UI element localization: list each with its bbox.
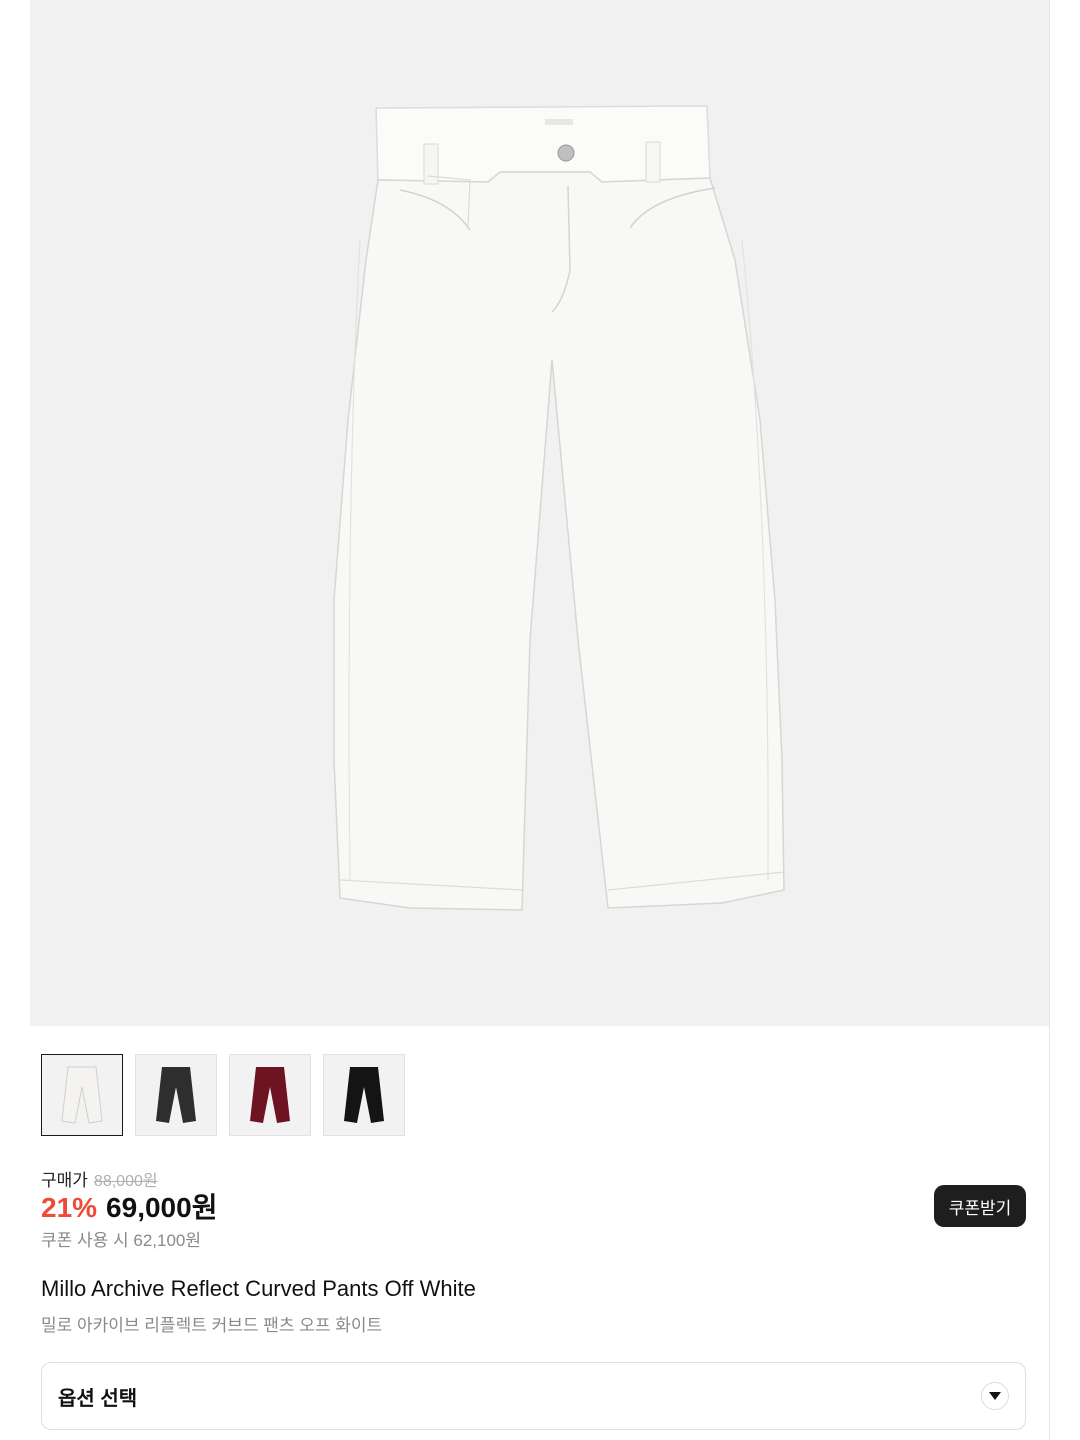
product-name-en: Millo Archive Reflect Curved Pants Off W…: [41, 1276, 476, 1301]
thumbnail-burgundy[interactable]: [229, 1054, 311, 1136]
thumb-pants-shape: [156, 1067, 196, 1123]
get-coupon-button[interactable]: 쿠폰받기: [934, 1185, 1026, 1227]
option-select-label: 옵션 선택: [58, 1387, 138, 1410]
thumbnail-black[interactable]: [323, 1054, 405, 1136]
thumb-pants-shape: [250, 1067, 290, 1123]
sale-price-row: 21% 69,000원: [41, 1186, 217, 1226]
chevron-down-icon: [981, 1382, 1009, 1410]
sale-price: 69,000원: [106, 1192, 218, 1223]
pants-thumbnail-icon: [344, 1067, 384, 1123]
discount-rate: 21%: [41, 1192, 98, 1223]
product-name-ko: 밀로 아카이브 리플렉트 커브드 팬츠 오프 화이트: [41, 1316, 383, 1335]
thumbnail-off-white[interactable]: [41, 1054, 123, 1136]
pants-thumbnail-icon: [156, 1067, 196, 1123]
pants-illustration: [333, 105, 785, 911]
option-select-dropdown[interactable]: 옵션 선택: [41, 1362, 1026, 1430]
thumb-pants-shape: [61, 1066, 103, 1124]
product-image[interactable]: [30, 0, 1049, 1026]
thumb-pants-shape: [344, 1067, 384, 1123]
coupon-applied-price: 쿠폰 사용 시 62,100원: [41, 1231, 202, 1250]
color-thumbnails: [41, 1054, 405, 1136]
thumbnail-charcoal[interactable]: [135, 1054, 217, 1136]
pants-thumbnail-icon: [250, 1067, 290, 1123]
pants-thumbnail-icon: [61, 1066, 103, 1124]
